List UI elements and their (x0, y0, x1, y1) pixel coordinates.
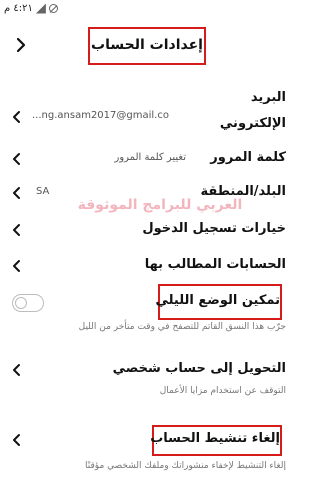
settings-row-night-mode: تمكين الوضع الليلي جرّب هذا النسق القاتم… (0, 284, 300, 336)
country-value: SA (36, 186, 50, 197)
claimed-accounts-label: الحسابات المطالب بها (144, 257, 286, 272)
status-bar: ٤:٢١ م (0, 0, 300, 22)
switch-personal-description: التوقف عن استخدام مزايا الأعمال (159, 386, 286, 396)
password-label: كلمة المرور (210, 150, 286, 165)
password-value: تغيير كلمة المرور (114, 152, 186, 163)
signal-icon (35, 3, 46, 14)
night-mode-toggle[interactable] (12, 294, 44, 312)
settings-row-password[interactable]: تغيير كلمة المرور كلمة المرور (0, 146, 300, 174)
status-left: ٤:٢١ م (4, 3, 58, 14)
settings-row-switch-personal[interactable]: التحويل إلى حساب شخصي التوقف عن استخدام … (0, 356, 300, 404)
settings-row-deactivate[interactable]: إلغاء تنشيط الحساب إلغاء التنشيط لإخفاء … (0, 425, 300, 475)
chevron-left-icon (13, 111, 20, 123)
chevron-left-icon (13, 364, 20, 376)
email-value: ...ng.ansam2017@gmail.co (32, 110, 169, 121)
chevron-left-icon (13, 153, 20, 165)
header: إعدادات الحساب (0, 22, 300, 70)
deactivate-description: إلغاء التنشيط لإخفاء منشوراتك وملفك الشخ… (85, 461, 286, 471)
night-mode-description: جرّب هذا النسق القاتم للتصفح في وقت متأخ… (78, 322, 286, 332)
switch-personal-label: التحويل إلى حساب شخصي (112, 361, 286, 376)
toggle-knob (15, 297, 27, 309)
email-label-line2: الإلكتروني (219, 116, 286, 131)
status-time: ٤:٢١ م (4, 3, 33, 14)
settings-row-login-options[interactable]: خيارات تسجيل الدخول (0, 216, 300, 244)
email-label-line1: البريد (250, 90, 286, 105)
page-title: إعدادات الحساب (91, 37, 203, 53)
back-arrow-icon[interactable] (12, 36, 30, 54)
chevron-left-icon (13, 434, 20, 446)
deactivate-label: إلغاء تنشيط الحساب (150, 431, 280, 446)
settings-row-claimed-accounts[interactable]: الحسابات المطالب بها (0, 252, 300, 280)
chevron-left-icon (13, 224, 20, 236)
mute-icon (48, 4, 58, 13)
login-options-label: خيارات تسجيل الدخول (142, 221, 286, 236)
watermark: العربي للبرامج الموثوقة (77, 197, 243, 213)
chevron-left-icon (13, 187, 20, 199)
night-mode-label: تمكين الوضع الليلي (155, 293, 280, 308)
settings-row-email[interactable]: ...ng.ansam2017@gmail.co البريد الإلكترو… (0, 88, 300, 146)
chevron-left-icon (13, 260, 20, 272)
